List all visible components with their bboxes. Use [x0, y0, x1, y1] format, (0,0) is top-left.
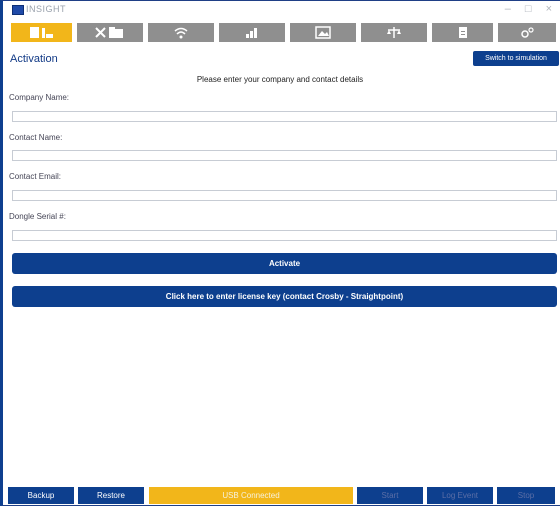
tab-charts[interactable]	[219, 23, 285, 42]
tools-folder-icon	[94, 26, 126, 39]
gears-icon	[519, 26, 535, 39]
window-controls: – □ ×	[505, 3, 552, 15]
log-event-button[interactable]: Log Event	[427, 487, 493, 504]
page-header: Activation Switch to simulation	[6, 45, 559, 71]
maximize-button[interactable]: □	[525, 3, 532, 15]
wifi-icon	[173, 26, 189, 39]
footer-bar: Backup Restore USB Connected Start Log E…	[3, 487, 555, 504]
activate-button[interactable]: Activate	[12, 253, 557, 274]
company-name-label: Company Name:	[9, 93, 70, 102]
tab-reports[interactable]	[432, 23, 493, 42]
minimize-button[interactable]: –	[505, 3, 511, 15]
main-toolbar	[6, 21, 558, 43]
contact-name-label: Contact Name:	[9, 133, 63, 142]
balance-scale-icon	[386, 26, 402, 39]
tab-images[interactable]	[290, 23, 356, 42]
tab-calibration[interactable]	[361, 23, 427, 42]
switch-to-simulation-button[interactable]: Switch to simulation	[473, 51, 559, 66]
image-icon	[315, 26, 331, 39]
restore-button[interactable]: Restore	[78, 487, 144, 504]
document-icon	[457, 26, 469, 39]
backup-button[interactable]: Backup	[8, 487, 74, 504]
contact-email-label: Contact Email:	[9, 172, 62, 181]
tab-setup[interactable]	[77, 23, 143, 42]
bar-chart-icon	[245, 26, 259, 39]
start-button[interactable]: Start	[357, 487, 423, 504]
close-button[interactable]: ×	[546, 3, 552, 15]
tab-activation[interactable]	[11, 23, 72, 42]
contact-name-input[interactable]	[12, 150, 557, 161]
stop-button[interactable]: Stop	[497, 487, 555, 504]
usb-status-indicator: USB Connected	[149, 487, 353, 504]
dongle-serial-label: Dongle Serial #:	[9, 212, 66, 221]
page-title: Activation	[10, 53, 58, 65]
id-card-icon	[29, 26, 55, 39]
contact-email-input[interactable]	[12, 190, 557, 201]
enter-license-key-button[interactable]: Click here to enter license key (contact…	[12, 286, 557, 307]
company-name-input[interactable]	[12, 111, 557, 122]
title-bar: INSIGHT – □ ×	[6, 1, 558, 19]
instruction-text: Please enter your company and contact de…	[196, 75, 364, 84]
app-logo-icon	[12, 5, 24, 15]
tab-wireless[interactable]	[148, 23, 214, 42]
window-title: INSIGHT	[26, 4, 67, 14]
dongle-serial-input[interactable]	[12, 230, 557, 241]
tab-settings[interactable]	[498, 23, 556, 42]
